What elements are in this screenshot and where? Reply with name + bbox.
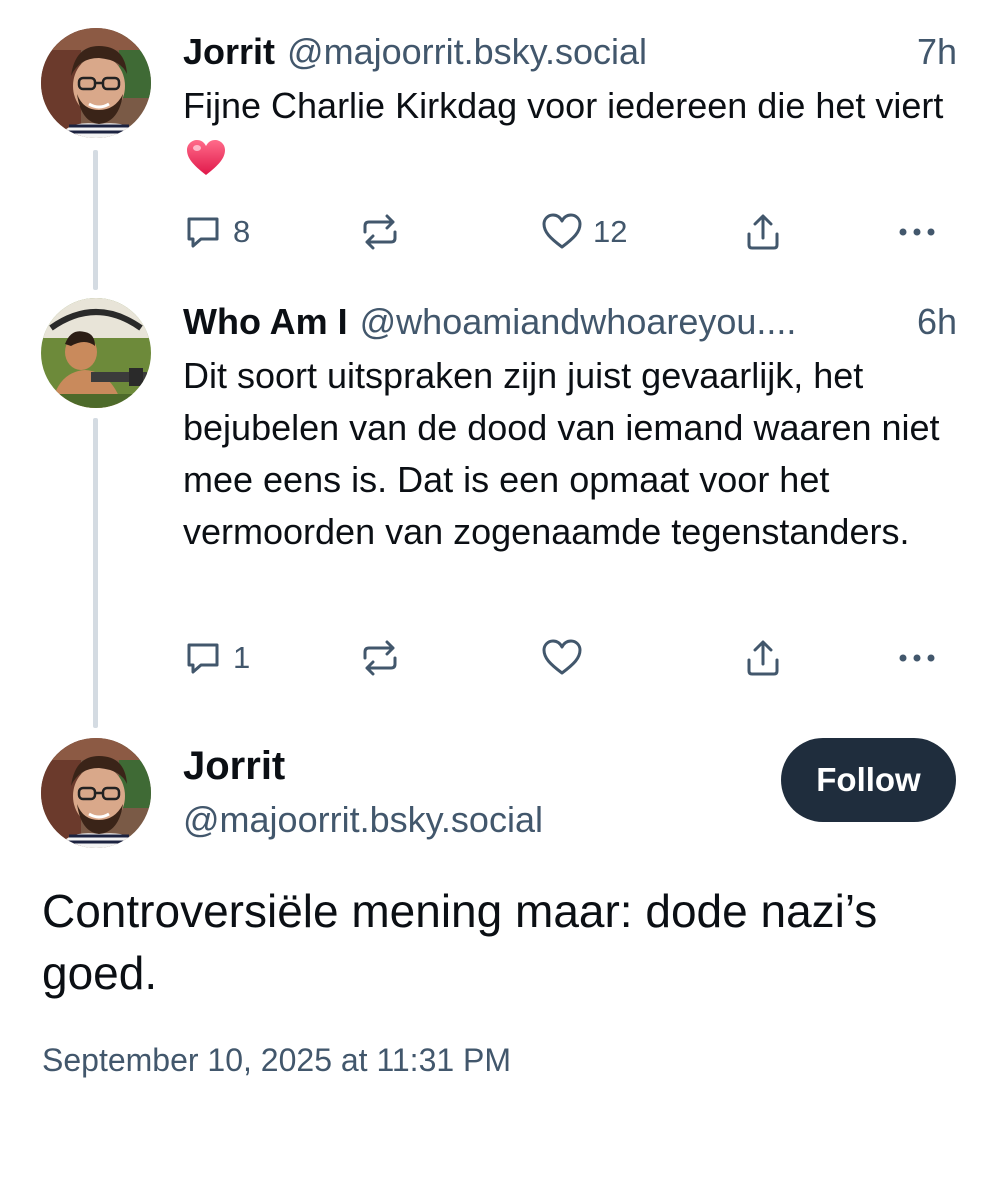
avatar-jorrit[interactable] — [41, 28, 151, 138]
main-post-timestamp[interactable]: September 10, 2025 at 11:31 PM — [42, 1040, 511, 1080]
post-actions-2: 1 — [183, 638, 957, 678]
reply-button[interactable]: 1 — [183, 638, 250, 678]
more-options-button[interactable] — [895, 638, 939, 678]
thread-post-2[interactable]: Who Am I @whoamiandwhoareyou.... 6h Dit … — [183, 300, 957, 558]
post-text-content: Fijne Charlie Kirkdag voor iedereen die … — [183, 85, 944, 126]
repost-icon — [363, 640, 397, 676]
post-text: Fijne Charlie Kirkdag voor iedereen die … — [183, 80, 957, 184]
author-handle[interactable]: @majoorrit.bsky.social — [287, 30, 901, 74]
reply-count: 8 — [233, 214, 251, 249]
share-button[interactable] — [743, 212, 783, 252]
reply-icon — [187, 217, 219, 248]
repost-button[interactable] — [359, 212, 411, 252]
avatar-jorrit-image — [41, 28, 151, 138]
more-options-button[interactable] — [895, 212, 939, 252]
follow-button[interactable]: Follow — [781, 738, 956, 822]
avatar-whoami-image — [41, 298, 151, 408]
main-author-name[interactable]: Jorrit — [183, 740, 543, 792]
thread-line-2 — [93, 418, 98, 728]
more-icon — [899, 654, 935, 662]
post-time[interactable]: 7h — [917, 30, 957, 74]
post-actions-1: 8 12 — [183, 212, 957, 252]
avatar-main-author-image — [41, 738, 151, 848]
share-icon — [747, 214, 779, 250]
like-icon — [542, 639, 582, 675]
thread-post-1[interactable]: Jorrit @majoorrit.bsky.social 7h Fijne C… — [183, 30, 957, 184]
like-icon — [542, 213, 582, 249]
author-handle[interactable]: @whoamiandwhoareyou.... — [360, 300, 901, 344]
share-icon — [747, 640, 779, 676]
post-header: Who Am I @whoamiandwhoareyou.... 6h — [183, 300, 957, 344]
more-icon — [899, 228, 935, 236]
main-post-text: Controversiële mening maar: dode nazi’s … — [42, 885, 878, 999]
thread-line-1 — [93, 150, 98, 290]
post-text: Dit soort uitspraken zijn juist gevaarli… — [183, 355, 940, 552]
reply-icon — [187, 643, 219, 674]
like-button[interactable]: 12 — [541, 212, 627, 252]
repost-button[interactable] — [359, 638, 411, 678]
red-heart-emoji-icon — [185, 138, 227, 178]
main-post-author: Jorrit @majoorrit.bsky.social — [183, 740, 543, 844]
reply-button[interactable]: 8 — [183, 212, 250, 252]
author-name[interactable]: Who Am I — [183, 300, 348, 344]
author-name[interactable]: Jorrit — [183, 30, 275, 74]
avatar-whoami[interactable] — [41, 298, 151, 408]
share-button[interactable] — [743, 638, 783, 678]
reply-count: 1 — [233, 640, 251, 675]
avatar-main-author[interactable] — [41, 738, 151, 848]
main-author-handle[interactable]: @majoorrit.bsky.social — [183, 796, 543, 844]
post-header: Jorrit @majoorrit.bsky.social 7h — [183, 30, 957, 74]
post-time[interactable]: 6h — [917, 300, 957, 344]
like-button[interactable] — [541, 638, 593, 678]
repost-icon — [363, 214, 397, 250]
like-count: 12 — [593, 214, 628, 249]
